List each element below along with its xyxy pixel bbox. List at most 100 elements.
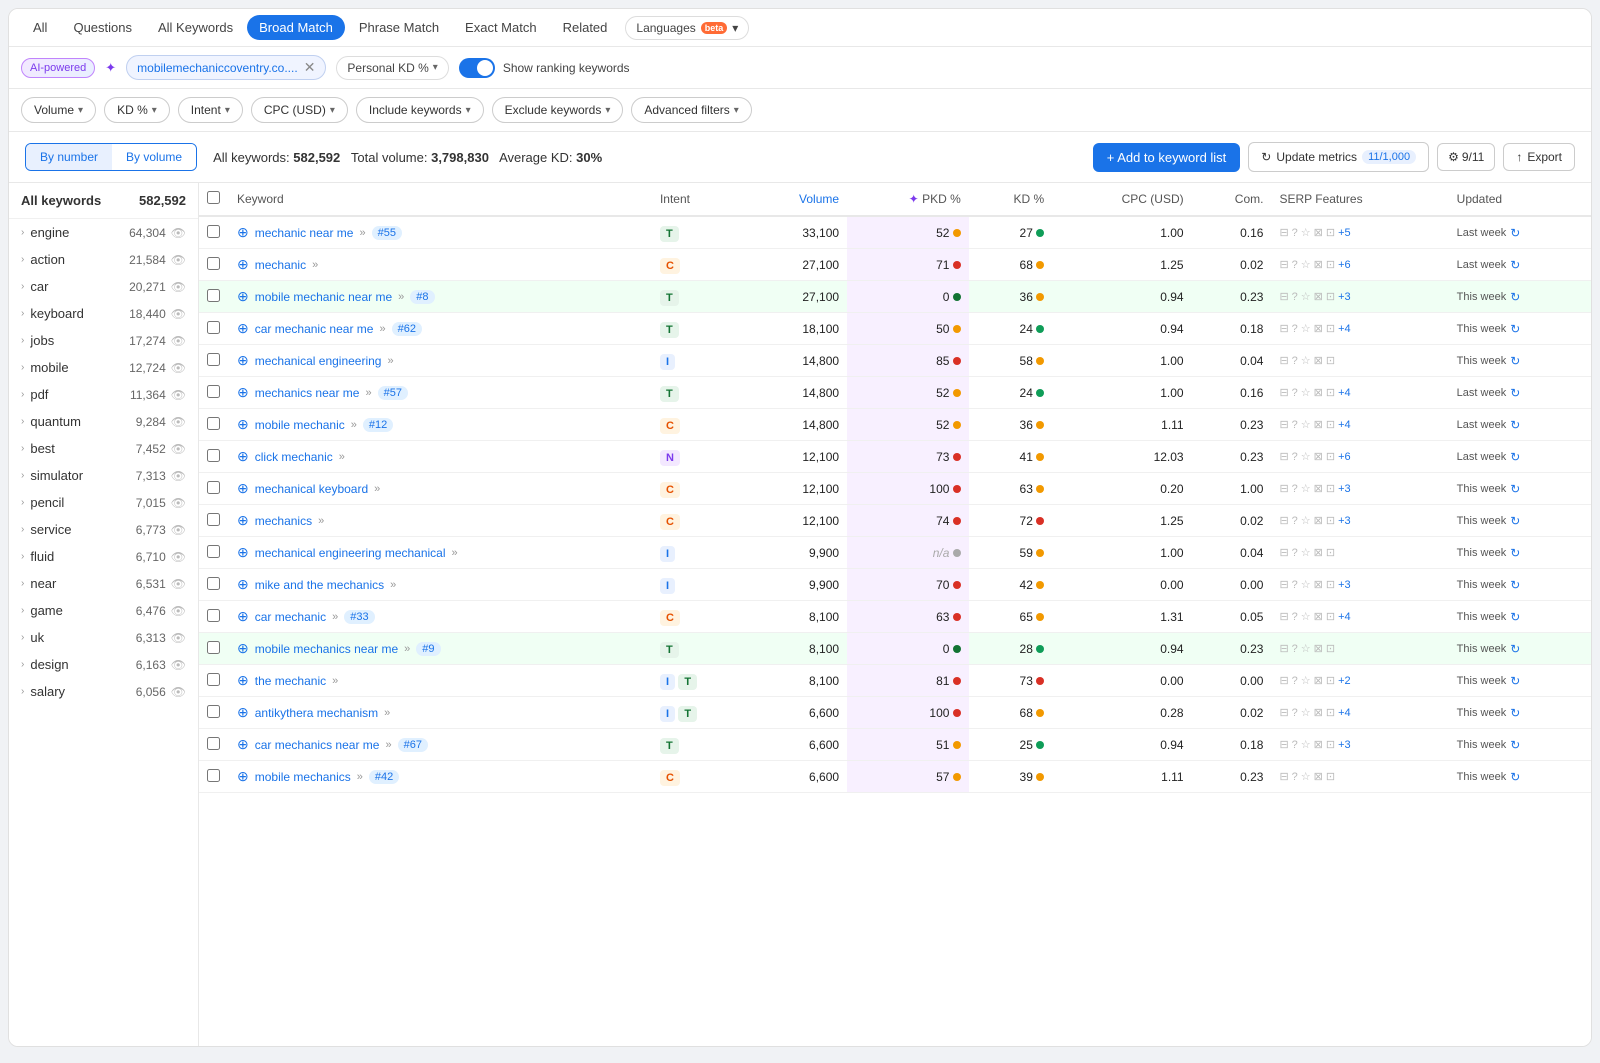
sidebar-item-uk[interactable]: › uk 6,313 👁 (9, 624, 198, 651)
eye-icon[interactable]: 👁 (171, 415, 186, 429)
eye-icon[interactable]: 👁 (171, 253, 186, 267)
domain-remove-icon[interactable]: ✕ (304, 59, 316, 76)
settings-button[interactable]: ⚙ 9/11 (1437, 143, 1495, 171)
refresh-icon[interactable]: ↻ (1510, 482, 1520, 496)
refresh-icon[interactable]: ↻ (1510, 386, 1520, 400)
add-keyword-icon[interactable]: ⊕ (237, 768, 249, 785)
eye-icon[interactable]: 👁 (171, 523, 186, 537)
sidebar-item-keyboard[interactable]: › keyboard 18,440 👁 (9, 300, 198, 327)
row-checkbox-cell[interactable] (199, 761, 229, 793)
keyword-text[interactable]: mechanics near me (255, 386, 360, 400)
add-keyword-icon[interactable]: ⊕ (237, 672, 249, 689)
refresh-icon[interactable]: ↻ (1510, 450, 1520, 464)
refresh-icon[interactable]: ↻ (1510, 322, 1520, 336)
sidebar-item-pencil[interactable]: › pencil 7,015 👁 (9, 489, 198, 516)
eye-icon[interactable]: 👁 (171, 685, 186, 699)
row-checkbox-cell[interactable] (199, 633, 229, 665)
add-keyword-icon[interactable]: ⊕ (237, 480, 249, 497)
filter-exclude[interactable]: Exclude keywords ▾ (492, 97, 624, 123)
sidebar-item-best[interactable]: › best 7,452 👁 (9, 435, 198, 462)
keyword-text[interactable]: the mechanic (255, 674, 326, 688)
eye-icon[interactable]: 👁 (171, 658, 186, 672)
row-checkbox-cell[interactable] (199, 569, 229, 601)
add-keyword-icon[interactable]: ⊕ (237, 288, 249, 305)
filter-include[interactable]: Include keywords ▾ (356, 97, 484, 123)
row-checkbox-cell[interactable] (199, 249, 229, 281)
row-checkbox-cell[interactable] (199, 216, 229, 249)
add-keyword-icon[interactable]: ⊕ (237, 384, 249, 401)
add-keyword-icon[interactable]: ⊕ (237, 320, 249, 337)
row-checkbox-cell[interactable] (199, 281, 229, 313)
view-by-volume-btn[interactable]: By volume (112, 144, 196, 170)
row-checkbox[interactable] (207, 577, 220, 590)
view-by-number-btn[interactable]: By number (26, 144, 112, 170)
add-keyword-icon[interactable]: ⊕ (237, 448, 249, 465)
eye-icon[interactable]: 👁 (171, 469, 186, 483)
eye-icon[interactable]: 👁 (171, 334, 186, 348)
row-checkbox[interactable] (207, 417, 220, 430)
refresh-icon[interactable]: ↻ (1510, 226, 1520, 240)
eye-icon[interactable]: 👁 (171, 226, 186, 240)
keyword-text[interactable]: car mechanics near me (255, 738, 380, 752)
tab-exact[interactable]: Exact Match (453, 15, 549, 40)
refresh-icon[interactable]: ↻ (1510, 418, 1520, 432)
keyword-text[interactable]: mechanical keyboard (255, 482, 368, 496)
filter-advanced[interactable]: Advanced filters ▾ (631, 97, 751, 123)
sidebar-item-service[interactable]: › service 6,773 👁 (9, 516, 198, 543)
row-checkbox-cell[interactable] (199, 537, 229, 569)
add-keyword-icon[interactable]: ⊕ (237, 352, 249, 369)
tab-all[interactable]: All (21, 15, 59, 40)
languages-button[interactable]: Languages beta ▾ (625, 16, 749, 40)
refresh-icon[interactable]: ↻ (1510, 514, 1520, 528)
add-keyword-icon[interactable]: ⊕ (237, 704, 249, 721)
row-checkbox[interactable] (207, 449, 220, 462)
keyword-text[interactable]: mobile mechanics near me (255, 642, 398, 656)
row-checkbox-cell[interactable] (199, 313, 229, 345)
row-checkbox[interactable] (207, 513, 220, 526)
eye-icon[interactable]: 👁 (171, 307, 186, 321)
row-checkbox[interactable] (207, 673, 220, 686)
keyword-text[interactable]: mike and the mechanics (255, 578, 384, 592)
row-checkbox-cell[interactable] (199, 441, 229, 473)
tab-broad[interactable]: Broad Match (247, 15, 345, 40)
sidebar-item-simulator[interactable]: › simulator 7,313 👁 (9, 462, 198, 489)
row-checkbox[interactable] (207, 481, 220, 494)
keyword-text[interactable]: mechanics (255, 514, 312, 528)
row-checkbox-cell[interactable] (199, 697, 229, 729)
sidebar-item-fluid[interactable]: › fluid 6,710 👁 (9, 543, 198, 570)
row-checkbox-cell[interactable] (199, 473, 229, 505)
row-checkbox[interactable] (207, 385, 220, 398)
filter-intent[interactable]: Intent ▾ (178, 97, 243, 123)
sidebar-item-near[interactable]: › near 6,531 👁 (9, 570, 198, 597)
add-keyword-icon[interactable]: ⊕ (237, 224, 249, 241)
row-checkbox-cell[interactable] (199, 665, 229, 697)
row-checkbox[interactable] (207, 641, 220, 654)
col-volume[interactable]: Volume (747, 183, 847, 216)
keyword-text[interactable]: mobile mechanics (255, 770, 351, 784)
add-keyword-icon[interactable]: ⊕ (237, 608, 249, 625)
row-checkbox-cell[interactable] (199, 601, 229, 633)
add-keyword-icon[interactable]: ⊕ (237, 256, 249, 273)
keyword-text[interactable]: antikythera mechanism (255, 706, 378, 720)
keyword-text[interactable]: mechanic (255, 258, 306, 272)
keyword-text[interactable]: mobile mechanic near me (255, 290, 392, 304)
add-keyword-icon[interactable]: ⊕ (237, 544, 249, 561)
row-checkbox[interactable] (207, 769, 220, 782)
sidebar-item-quantum[interactable]: › quantum 9,284 👁 (9, 408, 198, 435)
row-checkbox-cell[interactable] (199, 345, 229, 377)
domain-chip[interactable]: mobilemechaniccoventry.co.... ✕ (126, 55, 326, 80)
row-checkbox[interactable] (207, 353, 220, 366)
select-all-header[interactable] (199, 183, 229, 216)
eye-icon[interactable]: 👁 (171, 631, 186, 645)
keyword-text[interactable]: car mechanic near me (255, 322, 374, 336)
row-checkbox[interactable] (207, 321, 220, 334)
row-checkbox[interactable] (207, 257, 220, 270)
eye-icon[interactable]: 👁 (171, 550, 186, 564)
row-checkbox[interactable] (207, 545, 220, 558)
eye-icon[interactable]: 👁 (171, 388, 186, 402)
add-keyword-icon[interactable]: ⊕ (237, 576, 249, 593)
sidebar-item-pdf[interactable]: › pdf 11,364 👁 (9, 381, 198, 408)
add-to-keyword-list-button[interactable]: + Add to keyword list (1093, 143, 1241, 172)
sidebar-item-engine[interactable]: › engine 64,304 👁 (9, 219, 198, 246)
row-checkbox[interactable] (207, 609, 220, 622)
